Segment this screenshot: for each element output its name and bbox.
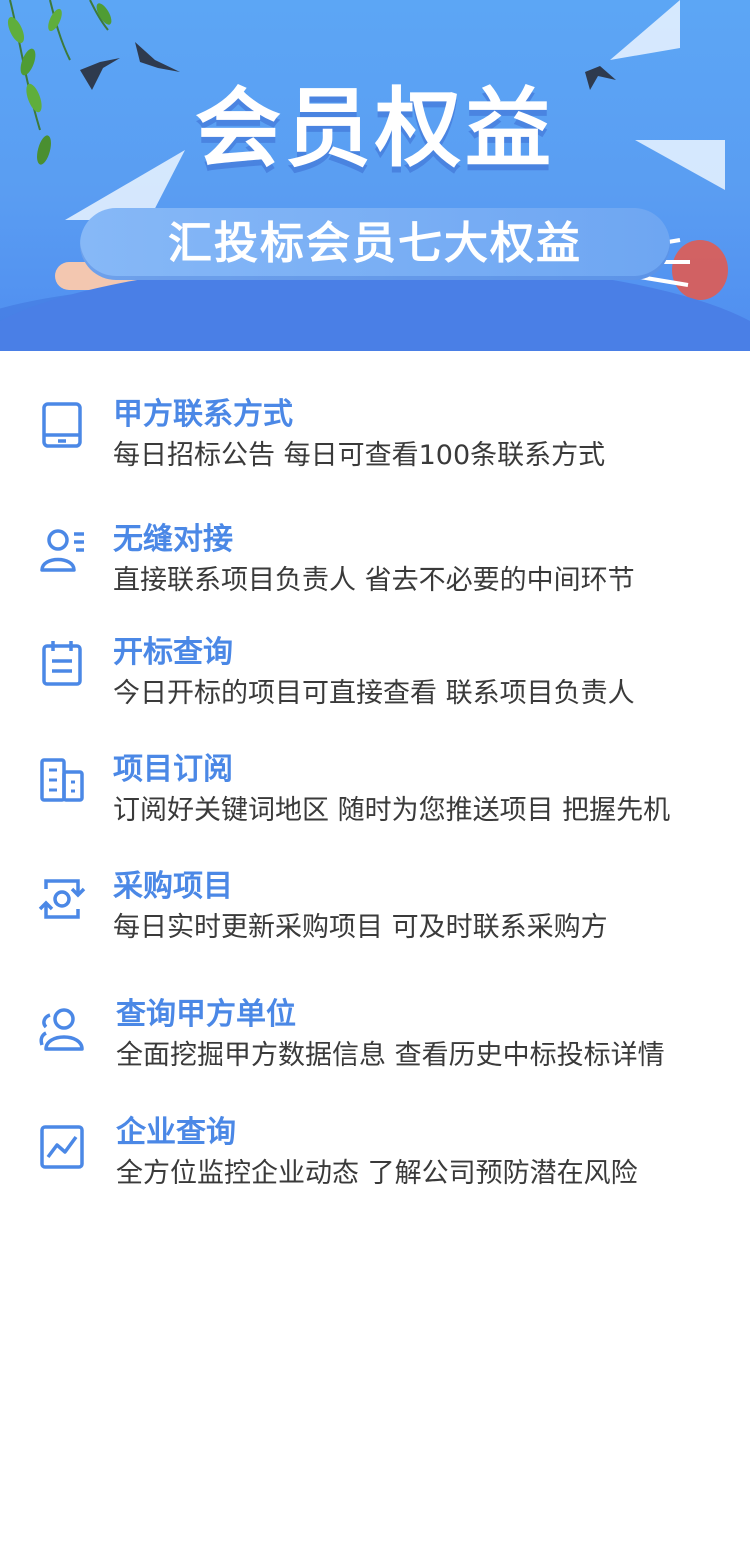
benefit-desc: 今日开标的项目可直接查看 联系项目负责人: [113, 678, 635, 709]
benefit-item-placeholder: [0, 1459, 750, 1549]
benefit-title: 甲方联系方式: [113, 397, 293, 432]
benefit-desc: 每日实时更新采购项目 可及时联系采购方: [113, 912, 608, 943]
subtitle-text: 汇投标会员七大权益: [168, 218, 582, 269]
benefit-desc: 订阅好关键词地区 随时为您推送项目 把握先机: [113, 795, 671, 826]
benefit-item: 采购项目 每日实时更新采购项目 可及时联系采购方: [0, 861, 750, 951]
benefit-desc: 每日招标公告 每日可查看100条联系方式: [113, 440, 606, 471]
benefit-title: 采购项目: [113, 869, 233, 904]
page-title: 会员权益: [195, 79, 555, 179]
benefit-title: 企业查询: [116, 1115, 236, 1150]
benefit-desc: 直接联系项目负责人 省去不必要的中间环节: [113, 565, 635, 596]
benefit-desc: 全方位监控企业动态 了解公司预防潜在风险: [116, 1158, 638, 1189]
benefit-list: 甲方联系方式 每日招标公告 每日可查看100条联系方式 无缝对接 直接联系项目负…: [0, 351, 750, 1111]
refresh-camera-icon: [38, 879, 86, 919]
benefit-title: 项目订阅: [113, 752, 233, 787]
benefit-title: 查询甲方单位: [116, 997, 296, 1032]
benefit-item: 查询甲方单位 全面挖掘甲方数据信息 查看历史中标投标详情: [0, 989, 750, 1079]
building-icon: [40, 758, 84, 802]
benefit-title: 开标查询: [113, 635, 233, 670]
hero-banner: 会员权益 汇投标会员七大权益: [0, 0, 750, 351]
benefit-item: 项目订阅 订阅好关键词地区 随时为您推送项目 把握先机: [0, 744, 750, 834]
calendar-icon: [42, 641, 82, 686]
benefit-title: 无缝对接: [113, 522, 233, 557]
trend-chart-icon: [40, 1125, 84, 1169]
benefit-item: 企业查询 全方位监控企业动态 了解公司预防潜在风险: [0, 1107, 750, 1197]
tablet-icon: [42, 402, 82, 448]
benefit-item: 开标查询 今日开标的项目可直接查看 联系项目负责人: [0, 627, 750, 717]
user-list-icon: [40, 529, 84, 572]
benefit-desc: 全面挖掘甲方数据信息 查看历史中标投标详情: [116, 1040, 665, 1071]
users-icon: [39, 1008, 84, 1051]
benefit-item: 无缝对接 直接联系项目负责人 省去不必要的中间环节: [0, 514, 750, 604]
benefit-item: 甲方联系方式 每日招标公告 每日可查看100条联系方式: [0, 389, 750, 479]
